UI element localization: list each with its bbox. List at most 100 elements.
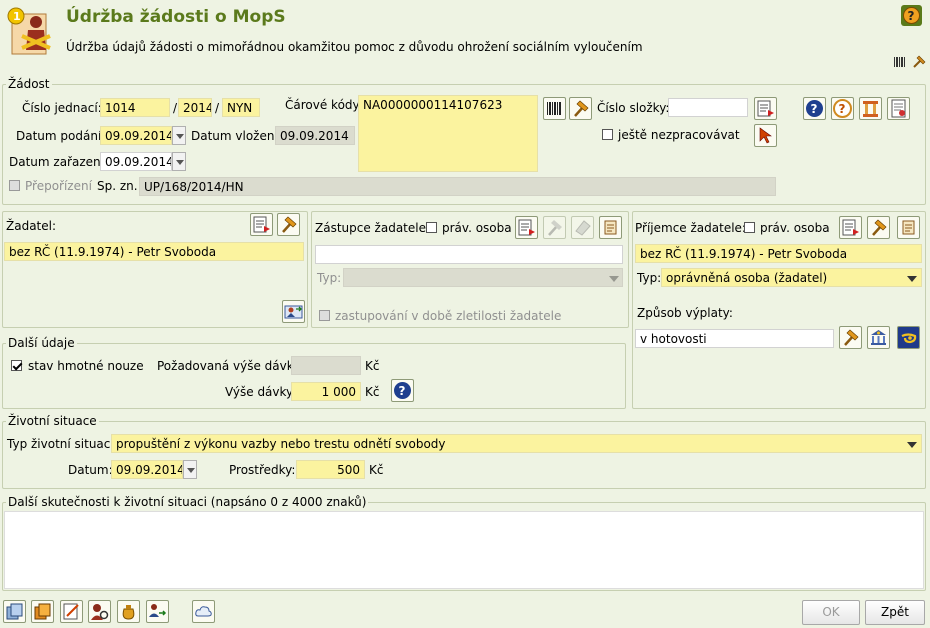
zletilost-checkbox[interactable] [319,310,330,321]
zpusob-vyplaty-field[interactable]: v hotovosti [635,329,834,348]
svg-text:?: ? [811,102,818,116]
vyse-kc: Kč [365,385,380,399]
cislo-jednaci-field-3[interactable]: NYN [222,98,260,117]
prijemce-prav-osoba-label: práv. osoba [760,221,830,235]
money-bag-icon[interactable] [117,600,140,623]
zpusob-hammer-icon[interactable] [839,326,862,349]
zastupce-prav-osoba-label: práv. osoba [442,221,512,235]
help-question-icon[interactable]: ? [831,97,854,120]
jeste-nezpracovavat-label: ještě nezpracovávat [618,128,740,142]
cloud-icon[interactable] [192,600,215,623]
zivotni-datum-dropdown-icon[interactable] [183,460,197,479]
cj-separator-2: / [215,101,220,115]
prijemce-hammer-icon[interactable] [867,216,890,239]
select-list-icon[interactable] [754,97,777,120]
hammer-icon[interactable] [911,55,927,69]
zletilost-label: zastupování v době zletilosti žadatele [335,309,562,323]
dalsi-skutecnosti-legend: Další skutečnosti k životní situaci (nap… [6,495,369,509]
cislo-jednaci-field-1[interactable]: 1014 [100,98,170,117]
zpusob-vyplaty-label: Způsob výplaty: [637,306,733,320]
help-icon[interactable]: ? [901,5,924,28]
datum-zarazeni-label: Datum zařazení: [9,155,109,169]
svg-text:?: ? [399,384,406,398]
zastupce-label: Zástupce žadatele: [315,221,431,235]
jeste-nezpracovavat-checkbox[interactable] [602,129,613,140]
hmotna-nouze-checkbox[interactable] [11,360,22,371]
cislo-slozky-field[interactable] [668,98,748,117]
cursor-pointer-icon[interactable] [754,124,777,147]
datum-vlozeni-field: 09.09.2014 [275,126,355,145]
carove-kody-label: Čárové kódy: [285,98,363,112]
copy-pages-icon[interactable] [3,600,26,623]
vyse-help-icon[interactable]: ? [391,379,414,402]
prijemce-typ-select[interactable]: oprávněná osoba (žadatel) [661,268,922,287]
prepotizeni-checkbox[interactable] [9,180,20,191]
hmotna-nouze-label: stav hmotné nouze [28,359,144,373]
datum-podani-field[interactable]: 09.09.2014 [100,126,172,145]
zadatel-select-icon[interactable] [250,213,273,236]
pozadovana-vyse-label: Požadovaná výše dávky: [157,359,304,373]
datum-podani-label: Datum podání: [16,129,106,143]
datum-zarazeni-dropdown-icon[interactable] [172,152,186,171]
page-title: Údržba žádosti o MopS [66,7,286,27]
document-icon[interactable] [887,97,910,120]
prijemce-scroll-icon[interactable] [897,216,920,239]
zpet-button[interactable]: Zpět [865,600,925,625]
person-search-icon[interactable] [88,600,111,623]
typ-zivotni-situace-dropdown-icon[interactable] [907,439,917,449]
prijemce-label: Příjemce žadatele: [635,221,746,235]
dalsi-skutecnosti-textarea[interactable] [4,511,924,589]
cislo-jednaci-field-2[interactable]: 2014 [178,98,212,117]
prostredky-field[interactable]: 500 [296,460,365,479]
edit-note-icon[interactable] [60,600,83,623]
zastupce-typ-select[interactable] [343,268,623,287]
zastupce-prav-osoba-checkbox[interactable] [426,222,437,233]
archive-column-icon[interactable] [859,97,882,120]
zastupce-select-icon[interactable] [515,216,538,239]
post-horn-icon[interactable] [897,326,920,349]
barcode-scan-icon[interactable] [543,97,566,120]
ok-button[interactable]: OK [802,600,860,625]
cislo-slozky-label: Číslo složky: [597,101,670,115]
prostredky-label: Prostředky: [229,463,296,477]
barcode-icon[interactable] [893,56,907,68]
prijemce-select-icon[interactable] [839,216,862,239]
vyse-davky-label: Výše dávky: [225,385,297,399]
zastupce-field[interactable] [315,245,623,264]
people-transfer-icon[interactable] [146,600,169,623]
transfer-person-icon[interactable] [282,300,305,323]
prepotizeni-label: Přepořízení [25,179,92,193]
svg-text:?: ? [839,102,846,116]
prijemce-field[interactable]: bez RČ (11.9.1974) - Petr Svoboda [635,244,922,263]
zastupce-eraser-icon[interactable] [571,216,594,239]
datum-zarazeni-field[interactable]: 09.09.2014 [100,152,172,171]
stack-pages-icon[interactable] [31,600,54,623]
prijemce-typ-dropdown-icon[interactable] [907,273,917,283]
zadatel-field[interactable]: bez RČ (11.9.1974) - Petr Svoboda [4,242,304,261]
zivotni-datum-label: Datum: [68,463,113,477]
zastupce-wrench-icon[interactable] [543,216,566,239]
pozadovana-vyse-field[interactable] [291,356,361,375]
hammer-edit-icon[interactable] [569,97,592,120]
header: 1 Údržba žádosti o MopS Údržba údajů žád… [0,0,930,72]
bank-icon[interactable] [867,326,890,349]
svg-text:?: ? [908,9,915,23]
zastupce-scroll-icon[interactable] [599,216,622,239]
zadatel-edit-hammer-icon[interactable] [277,213,300,236]
typ-zivotni-situace-select[interactable]: propuštění z výkonu vazby nebo trestu od… [111,434,922,453]
datum-podani-dropdown-icon[interactable] [172,126,186,145]
vyse-davky-field[interactable]: 1 000 [291,382,361,401]
svg-text:1: 1 [13,10,21,23]
dalsi-udaje-legend: Další údaje [6,336,77,350]
zadatel-label: Žadatel: [6,219,57,233]
carove-kody-field[interactable]: NA0000000114107623 [358,95,538,172]
zivotni-datum-field[interactable]: 09.09.2014 [111,460,183,479]
cj-separator-1: / [173,101,178,115]
zivotni-situace-legend: Životní situace [6,414,99,428]
prijemce-prav-osoba-checkbox[interactable] [744,222,755,233]
sp-zn-field: UP/168/2014/HN [139,177,776,196]
zastupce-typ-dropdown-icon[interactable] [609,273,619,283]
info-question-icon[interactable]: ? [803,97,826,120]
typ-zivotni-situace-label: Typ životní situace: [7,437,122,451]
sp-zn-label: Sp. zn.: [97,179,142,193]
